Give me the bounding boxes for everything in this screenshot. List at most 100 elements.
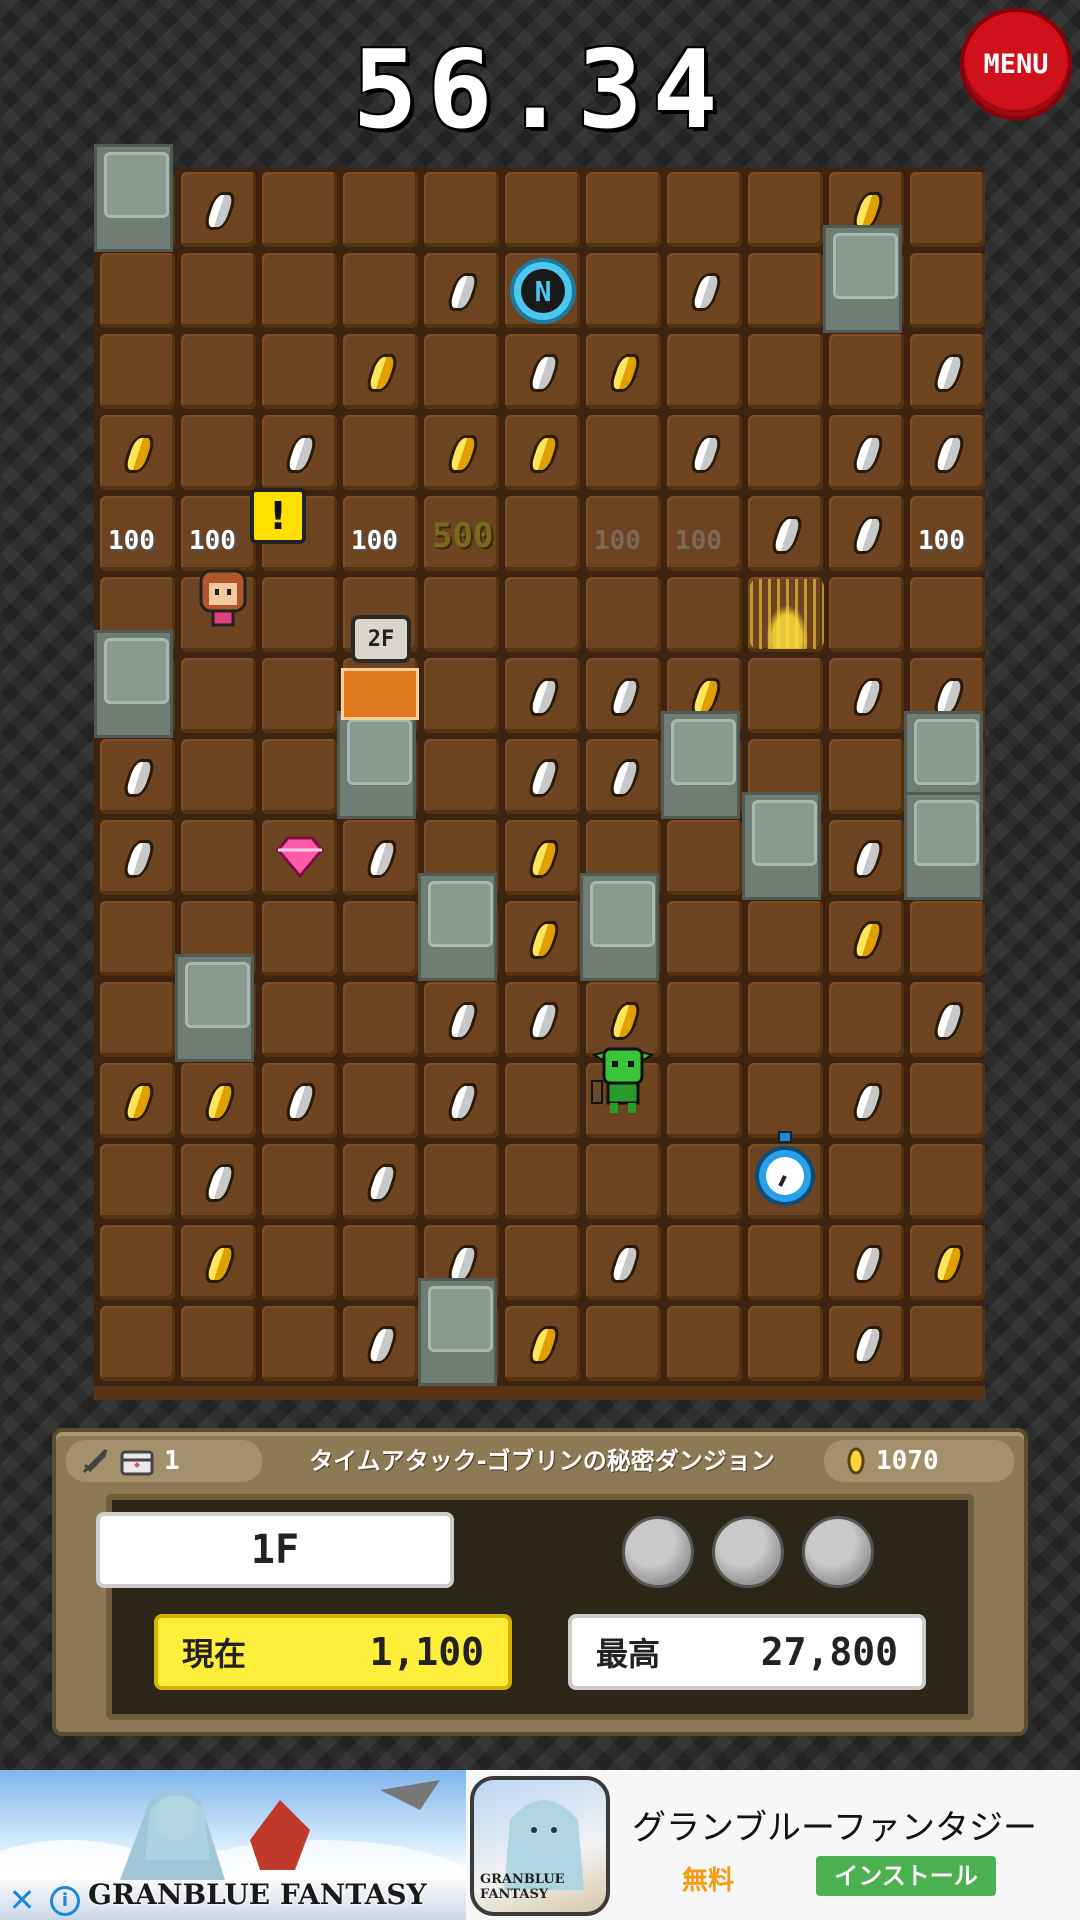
ad-info-icon[interactable]: i: [50, 1886, 80, 1916]
floor-tile[interactable]: [262, 577, 337, 652]
floor-tile[interactable]: [424, 334, 499, 409]
floor-tile[interactable]: [586, 253, 661, 328]
floor-tile[interactable]: [505, 496, 580, 571]
goblin-icon: [591, 1047, 655, 1113]
floor-tile[interactable]: [748, 1063, 823, 1138]
floor-tile[interactable]: [424, 172, 499, 247]
floor-tile[interactable]: [424, 739, 499, 814]
ad-app-icon[interactable]: GRANBLUE FANTASY: [470, 1776, 610, 1916]
points-popup: 100: [189, 526, 236, 556]
floor-tile[interactable]: [667, 577, 742, 652]
floor-tile[interactable]: [343, 172, 418, 247]
floor-tile[interactable]: [748, 658, 823, 733]
floor-tile[interactable]: [910, 577, 985, 652]
floor-tile[interactable]: [262, 1306, 337, 1381]
floor-tile[interactable]: [748, 1306, 823, 1381]
floor-tile[interactable]: [100, 901, 175, 976]
floor-tile[interactable]: [829, 577, 904, 652]
floor-tile[interactable]: [667, 901, 742, 976]
floor-tile[interactable]: [748, 982, 823, 1057]
floor-tile[interactable]: [343, 1063, 418, 1138]
floor-tile[interactable]: [910, 172, 985, 247]
floor-tile[interactable]: [505, 172, 580, 247]
floor-tile[interactable]: [748, 334, 823, 409]
floor-tile[interactable]: [424, 1144, 499, 1219]
floor-tile[interactable]: [586, 172, 661, 247]
floor-tile[interactable]: [181, 1306, 256, 1381]
floor-tile[interactable]: [667, 172, 742, 247]
floor-tile[interactable]: [748, 253, 823, 328]
stairs-tile[interactable]: [341, 668, 419, 720]
ad-app-title[interactable]: グランブルーファンタジー: [632, 1800, 1037, 1849]
floor-tile[interactable]: [181, 334, 256, 409]
floor-tile[interactable]: [343, 415, 418, 490]
floor-tile[interactable]: [100, 1144, 175, 1219]
floor-tile[interactable]: [343, 1225, 418, 1300]
floor-tile[interactable]: [424, 577, 499, 652]
floor-tile[interactable]: [667, 1225, 742, 1300]
stone-block: [580, 873, 659, 981]
floor-tile[interactable]: [181, 253, 256, 328]
ad-install-button[interactable]: インストール: [816, 1856, 996, 1896]
floor-tile[interactable]: [910, 1063, 985, 1138]
floor-tile[interactable]: [910, 1306, 985, 1381]
floor-tile[interactable]: [910, 901, 985, 976]
floor-tile[interactable]: [181, 820, 256, 895]
floor-tile[interactable]: [343, 253, 418, 328]
floor-tile[interactable]: [181, 739, 256, 814]
floor-tile[interactable]: [667, 334, 742, 409]
floor-tile[interactable]: [505, 1144, 580, 1219]
floor-tile[interactable]: [748, 172, 823, 247]
floor-tile[interactable]: [262, 253, 337, 328]
item-count: 1: [164, 1446, 180, 1476]
stone-block: [823, 225, 902, 333]
floor-tile[interactable]: [262, 172, 337, 247]
floor-tile[interactable]: [505, 577, 580, 652]
stone-block: [418, 873, 497, 981]
floor-tile[interactable]: [748, 1225, 823, 1300]
floor-tile[interactable]: [910, 1144, 985, 1219]
floor-tile[interactable]: [100, 1225, 175, 1300]
floor-tile[interactable]: [100, 334, 175, 409]
floor-tile[interactable]: [181, 658, 256, 733]
ad-close-icon[interactable]: ✕: [4, 1882, 40, 1918]
floor-tile[interactable]: [505, 1063, 580, 1138]
floor-tile[interactable]: [262, 658, 337, 733]
floor-tile[interactable]: [505, 1225, 580, 1300]
floor-tile[interactable]: [586, 1144, 661, 1219]
floor-tile[interactable]: [262, 334, 337, 409]
floor-tile[interactable]: [181, 415, 256, 490]
floor-tile[interactable]: [829, 1144, 904, 1219]
floor-tile[interactable]: [667, 982, 742, 1057]
dungeon-board[interactable]: 100 100 100 500 100 100 100 N 2F!: [94, 144, 985, 1400]
floor-tile[interactable]: [262, 1144, 337, 1219]
floor-tile[interactable]: [829, 334, 904, 409]
sword-icon: [82, 1448, 108, 1474]
floor-tile[interactable]: [343, 982, 418, 1057]
menu-button[interactable]: MENU: [960, 8, 1072, 120]
floor-tile[interactable]: [910, 253, 985, 328]
ad-banner[interactable]: GRANBLUE FANTASY ✕ i GRANBLUE FANTASY グラ…: [0, 1770, 1080, 1920]
floor-tile[interactable]: [424, 658, 499, 733]
floor-tile[interactable]: [667, 820, 742, 895]
floor-tile[interactable]: [262, 1225, 337, 1300]
floor-tile[interactable]: [100, 982, 175, 1057]
floor-tile[interactable]: [748, 415, 823, 490]
floor-tile[interactable]: [262, 739, 337, 814]
floor-tile[interactable]: [829, 739, 904, 814]
floor-tile[interactable]: [667, 1144, 742, 1219]
floor-tile[interactable]: [586, 577, 661, 652]
floor-tile[interactable]: [748, 901, 823, 976]
floor-tile[interactable]: [100, 253, 175, 328]
floor-tile[interactable]: [343, 901, 418, 976]
stone-block: [904, 792, 983, 900]
floor-tile[interactable]: [586, 415, 661, 490]
floor-tile[interactable]: [100, 1306, 175, 1381]
floor-tile[interactable]: [829, 982, 904, 1057]
floor-tile[interactable]: [667, 1306, 742, 1381]
floor-tile[interactable]: [667, 1063, 742, 1138]
hero-icon: [199, 569, 247, 627]
floor-tile[interactable]: [586, 1306, 661, 1381]
floor-tile[interactable]: [262, 982, 337, 1057]
floor-tile[interactable]: [262, 901, 337, 976]
